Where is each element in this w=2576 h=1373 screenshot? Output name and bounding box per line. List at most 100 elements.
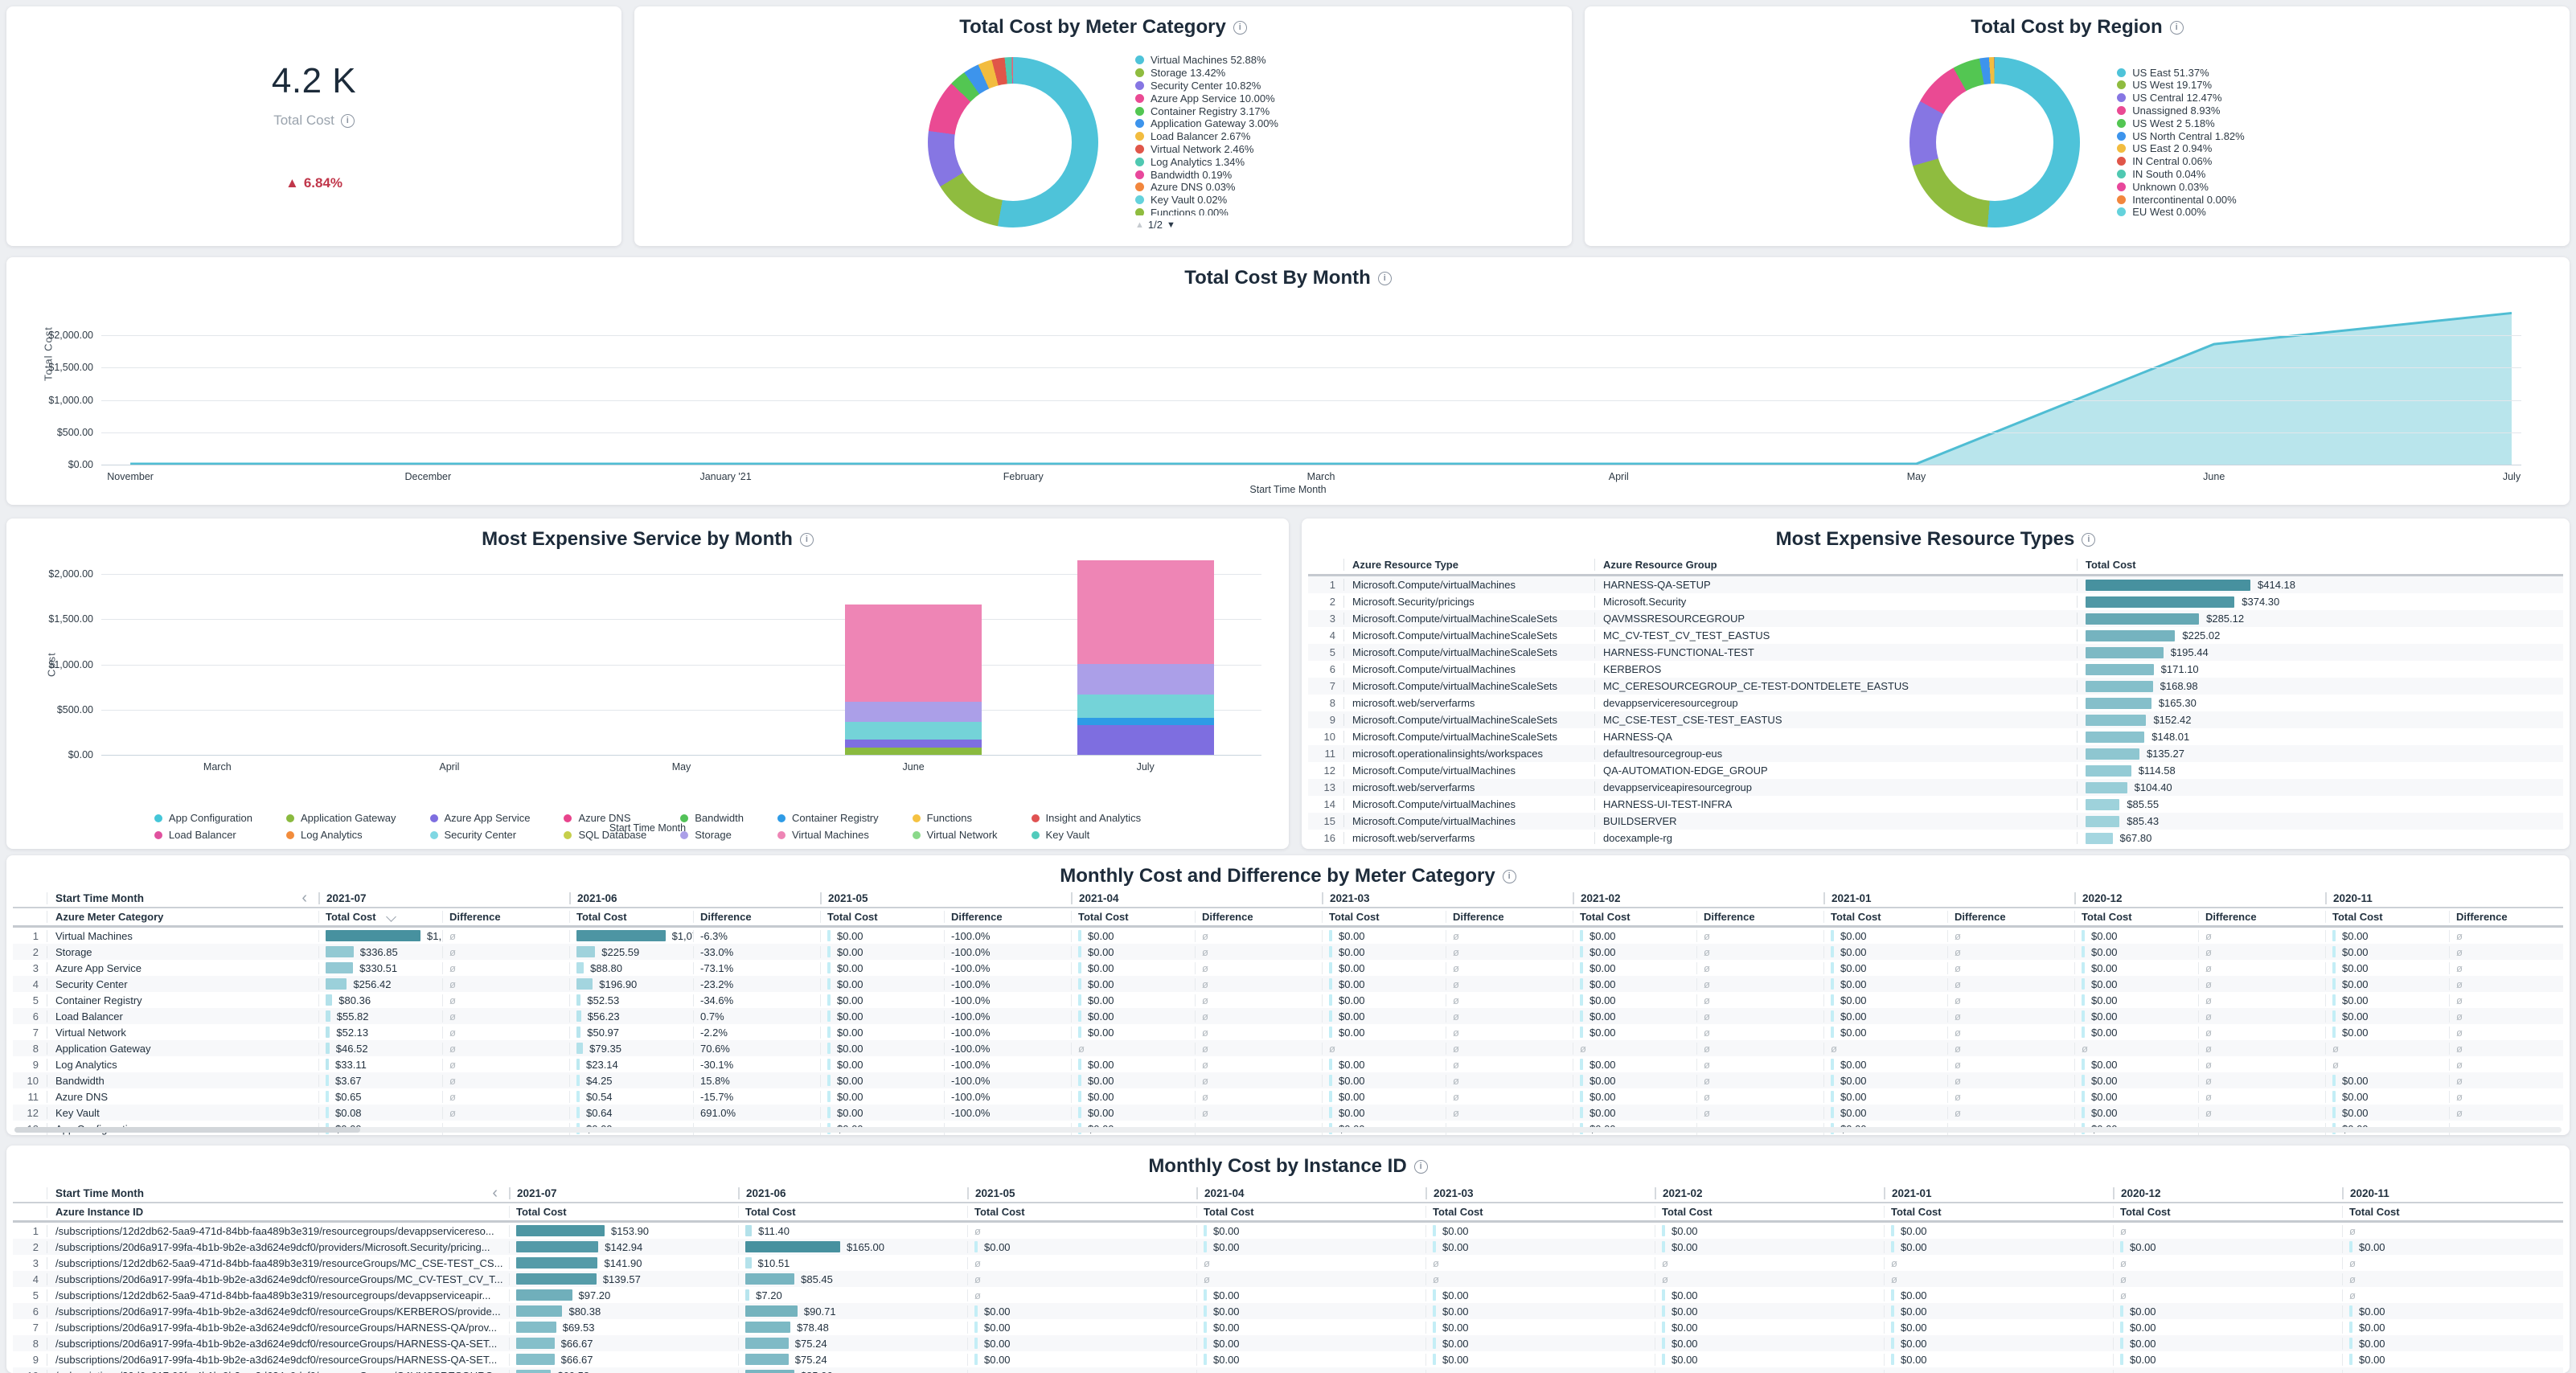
- table-row[interactable]: 4Microsoft.Compute/virtualMachineScaleSe…: [1308, 627, 2563, 644]
- legend-item[interactable]: Intercontinental 0.00%: [2117, 193, 2244, 206]
- bar-segment[interactable]: [1077, 560, 1214, 664]
- bar-segment[interactable]: [1077, 718, 1214, 725]
- table-row[interactable]: 12Key Vault$0.08ø$0.64691.0%$0.00-100.0%…: [13, 1105, 2563, 1121]
- sort-chevron-icon[interactable]: [386, 912, 396, 922]
- table-row[interactable]: 6Microsoft.Compute/virtualMachinesKERBER…: [1308, 661, 2563, 678]
- table-row[interactable]: 4/subscriptions/20d6a917-99fa-4b1b-9b2e-…: [13, 1271, 2563, 1287]
- total-cost-header[interactable]: Total Cost: [738, 1206, 967, 1218]
- table-row[interactable]: 12Microsoft.Compute/virtualMachinesQA-AU…: [1308, 762, 2563, 779]
- table-row[interactable]: 2Microsoft.Security/pricingsMicrosoft.Se…: [1308, 593, 2563, 610]
- info-icon[interactable]: i: [1503, 870, 1516, 883]
- bar-segment[interactable]: [845, 748, 982, 755]
- difference-header[interactable]: Difference: [1195, 911, 1322, 923]
- table-row[interactable]: 9/subscriptions/20d6a917-99fa-4b1b-9b2e-…: [13, 1351, 2563, 1367]
- total-cost-header[interactable]: Total Cost: [318, 911, 442, 923]
- table-row[interactable]: 2Storage$336.85ø$225.59-33.0%$0.00-100.0…: [13, 944, 2563, 960]
- bar-segment[interactable]: [1077, 725, 1214, 755]
- page-up-icon[interactable]: ▲: [1135, 220, 1144, 230]
- info-icon[interactable]: i: [800, 533, 814, 547]
- total-cost-header[interactable]: Total Cost: [1425, 1206, 1655, 1218]
- table-row[interactable]: 11microsoft.operationalinsights/workspac…: [1308, 745, 2563, 762]
- horizontal-scrollbar[interactable]: [14, 1127, 2562, 1133]
- total-cost-header[interactable]: Total Cost: [2113, 1206, 2342, 1218]
- total-cost-header[interactable]: Total Cost: [1823, 911, 1947, 923]
- total-cost-header[interactable]: Total Cost: [1322, 911, 1446, 923]
- difference-header[interactable]: Difference: [1696, 911, 1823, 923]
- table-row[interactable]: 7Virtual Network$52.13ø$50.97-2.2%$0.00-…: [13, 1024, 2563, 1040]
- info-icon[interactable]: i: [1414, 1160, 1428, 1174]
- legend-item[interactable]: US Central 12.47%: [2117, 92, 2244, 105]
- info-icon[interactable]: i: [1378, 272, 1392, 285]
- legend-item[interactable]: Azure App Service 10.00%: [1135, 92, 1278, 105]
- legend-item[interactable]: Container Registry: [777, 810, 879, 826]
- legend-item[interactable]: US West 2 5.18%: [2117, 117, 2244, 129]
- legend-item[interactable]: US West 19.17%: [2117, 79, 2244, 92]
- table-row[interactable]: 14Microsoft.Compute/virtualMachinesHARNE…: [1308, 796, 2563, 813]
- total-cost-header[interactable]: Total Cost: [1573, 911, 1696, 923]
- table-row[interactable]: 16microsoft.web/serverfarmsdocexample-rg…: [1308, 830, 2563, 846]
- table-row[interactable]: 8/subscriptions/20d6a917-99fa-4b1b-9b2e-…: [13, 1335, 2563, 1351]
- table-row[interactable]: 10/subscriptions/20d6a917-99fa-4b1b-9b2e…: [13, 1367, 2563, 1373]
- legend-item[interactable]: IN South 0.04%: [2117, 168, 2244, 181]
- table-row[interactable]: 6Load Balancer$55.82ø$56.230.7%$0.00-100…: [13, 1008, 2563, 1024]
- legend-item[interactable]: Key Vault 0.02%: [1135, 194, 1278, 207]
- legend-item[interactable]: Insight and Analytics: [1032, 810, 1142, 826]
- table-row[interactable]: 5Container Registry$80.36ø$52.53-34.6%$0…: [13, 992, 2563, 1008]
- bar-segment[interactable]: [845, 702, 982, 722]
- legend-item[interactable]: Key Vault: [1032, 827, 1142, 842]
- difference-header[interactable]: Difference: [442, 911, 569, 923]
- difference-header[interactable]: Difference: [1446, 911, 1573, 923]
- stacked-bar[interactable]: [845, 605, 982, 755]
- total-cost-header[interactable]: Total Cost: [2074, 911, 2198, 923]
- scroll-left-icon[interactable]: ‹: [492, 1187, 498, 1199]
- legend-item[interactable]: Virtual Machines 52.88%: [1135, 54, 1278, 67]
- legend-item[interactable]: US East 2 0.94%: [2117, 142, 2244, 155]
- total-cost-header[interactable]: Total Cost: [509, 1206, 738, 1218]
- info-icon[interactable]: i: [1233, 21, 1247, 35]
- difference-header[interactable]: Difference: [2198, 911, 2325, 923]
- legend-item[interactable]: US North Central 1.82%: [2117, 129, 2244, 142]
- difference-header[interactable]: Difference: [944, 911, 1071, 923]
- table-row[interactable]: 3Microsoft.Compute/virtualMachineScaleSe…: [1308, 610, 2563, 627]
- legend-item[interactable]: IN Central 0.06%: [2117, 155, 2244, 168]
- info-icon[interactable]: i: [2082, 533, 2095, 547]
- total-cost-header[interactable]: Total Cost: [1884, 1206, 2113, 1218]
- table-row[interactable]: 7Microsoft.Compute/virtualMachineScaleSe…: [1308, 678, 2563, 695]
- bar-segment[interactable]: [1077, 664, 1214, 695]
- table-row[interactable]: 1/subscriptions/12d2db62-5aa9-471d-84bb-…: [13, 1223, 2563, 1239]
- legend-item[interactable]: Bandwidth 0.19%: [1135, 168, 1278, 181]
- legend-item[interactable]: Container Registry 3.17%: [1135, 105, 1278, 117]
- total-cost-header[interactable]: Total Cost: [2342, 1206, 2570, 1218]
- table-row[interactable]: 7/subscriptions/20d6a917-99fa-4b1b-9b2e-…: [13, 1319, 2563, 1335]
- scroll-left-icon[interactable]: ‹: [301, 892, 307, 904]
- table-row[interactable]: 8microsoft.web/serverfarmsdevappservicer…: [1308, 695, 2563, 711]
- meter-category-donut[interactable]: [928, 57, 1098, 227]
- table-row[interactable]: 10Microsoft.Compute/virtualMachineScaleS…: [1308, 728, 2563, 745]
- bar-segment[interactable]: [845, 605, 982, 702]
- table-row[interactable]: 5/subscriptions/12d2db62-5aa9-471d-84bb-…: [13, 1287, 2563, 1303]
- region-donut[interactable]: [1909, 57, 2080, 227]
- page-down-icon[interactable]: ▼: [1167, 220, 1175, 230]
- bar-segment[interactable]: [845, 722, 982, 740]
- legend-item[interactable]: Virtual Network 2.46%: [1135, 143, 1278, 156]
- table-row[interactable]: 9Microsoft.Compute/virtualMachineScaleSe…: [1308, 711, 2563, 728]
- legend-item[interactable]: Bandwidth: [680, 810, 744, 826]
- legend-item[interactable]: App Configuration: [154, 810, 252, 826]
- table-row[interactable]: 4Security Center$256.42ø$196.90-23.2%$0.…: [13, 976, 2563, 992]
- table-row[interactable]: 10Bandwidth$3.67ø$4.2515.8%$0.00-100.0%$…: [13, 1072, 2563, 1088]
- table-row[interactable]: 1Microsoft.Compute/virtualMachinesHARNES…: [1308, 576, 2563, 593]
- difference-header[interactable]: Difference: [1947, 911, 2074, 923]
- total-cost-header[interactable]: Total Cost: [1196, 1206, 1425, 1218]
- total-cost-header[interactable]: Total Cost: [967, 1206, 1196, 1218]
- legend-item[interactable]: Azure App Service: [430, 810, 531, 826]
- total-cost-header[interactable]: Total Cost: [569, 911, 693, 923]
- table-row[interactable]: 9Log Analytics$33.11ø$23.14-30.1%$0.00-1…: [13, 1056, 2563, 1072]
- table-row[interactable]: 5Microsoft.Compute/virtualMachineScaleSe…: [1308, 644, 2563, 661]
- legend-item[interactable]: Log Analytics 1.34%: [1135, 155, 1278, 168]
- legend-item[interactable]: EU West 0.00%: [2117, 206, 2244, 219]
- total-cost-header[interactable]: Total Cost: [2325, 911, 2449, 923]
- legend-item[interactable]: Load Balancer: [154, 827, 252, 842]
- legend-item[interactable]: Storage 13.42%: [1135, 67, 1278, 80]
- info-icon[interactable]: i: [341, 114, 355, 128]
- legend-item[interactable]: Storage: [680, 827, 744, 842]
